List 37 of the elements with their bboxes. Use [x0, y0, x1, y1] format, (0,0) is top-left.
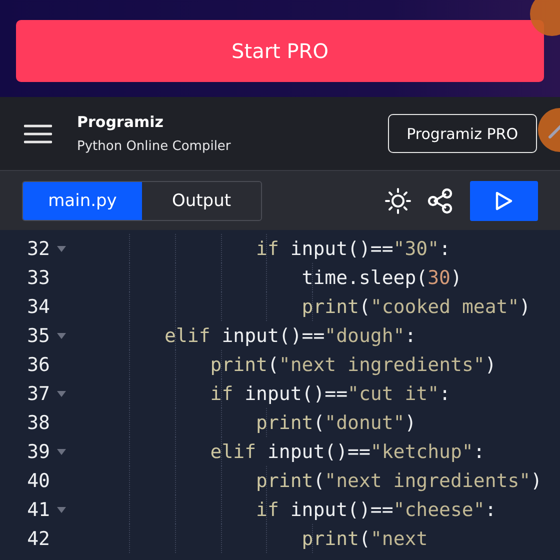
code-line: print("cooked meat") [300, 296, 531, 318]
line-number: 37 [26, 382, 50, 404]
line-number: 34 [26, 296, 50, 318]
fold-caret-icon[interactable] [57, 448, 66, 454]
fold-caret-icon[interactable] [57, 332, 66, 338]
line-number: 32 [26, 238, 50, 260]
file-tab[interactable]: Output [142, 182, 261, 220]
run-button[interactable] [470, 180, 538, 220]
line-number: 38 [26, 412, 50, 434]
code-line: elif input()=="ketchup": [209, 440, 485, 462]
play-icon [495, 190, 513, 210]
fold-caret-icon[interactable] [57, 390, 66, 396]
line-number: 42 [26, 528, 50, 550]
line-number: 35 [26, 324, 50, 346]
subtitle: Python Online Compiler [77, 139, 232, 154]
line-number: 33 [26, 266, 50, 288]
menu-icon[interactable] [24, 124, 52, 144]
code-line: print("donut") [255, 412, 416, 434]
code-line: print("next ingredients") [209, 354, 496, 376]
line-number: 39 [26, 440, 50, 462]
sun-icon[interactable] [384, 186, 412, 214]
line-number: 40 [26, 470, 50, 492]
code-line: if input()=="cut it": [209, 382, 451, 404]
code-line: print("next ingredients") [255, 470, 542, 492]
code-line: if input()=="cheese": [255, 498, 496, 520]
fold-caret-icon[interactable] [57, 506, 66, 512]
pro-button[interactable]: Programiz PRO [388, 114, 537, 153]
code-line: print("next [300, 528, 428, 550]
code-line: time.sleep(30) [300, 266, 462, 288]
line-number: 41 [26, 498, 50, 520]
file-tab[interactable]: main.py [23, 182, 142, 220]
fold-caret-icon[interactable] [57, 246, 66, 252]
line-number: 36 [26, 354, 50, 376]
code-line: elif input()=="dough": [164, 324, 416, 346]
share-icon[interactable] [426, 186, 454, 214]
code-line: if input()=="30": [255, 238, 451, 260]
logo[interactable]: Programiz [77, 113, 388, 131]
